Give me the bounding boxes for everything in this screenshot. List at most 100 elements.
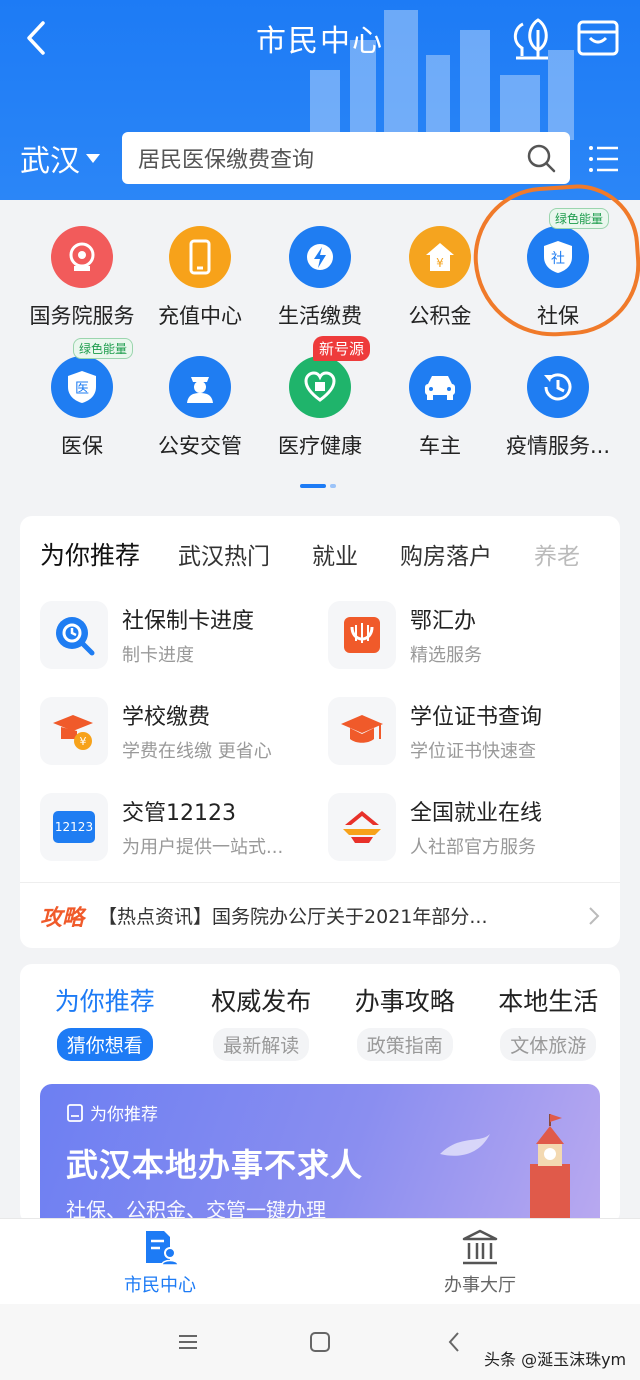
item-title: 学位证书查询 — [410, 705, 543, 730]
state-council-icon — [51, 226, 113, 288]
rec-item-school-fee[interactable]: ¥ 学校缴费 学费在线缴 更省心 — [40, 696, 320, 766]
back-button[interactable] — [16, 14, 56, 62]
ehuiban-icon — [328, 601, 396, 669]
triangle-back-icon — [448, 1332, 459, 1352]
search-icon — [527, 144, 556, 173]
news-row[interactable]: 攻略 【热点资讯】国务院办公厅关于2021年部分... — [20, 882, 620, 948]
item-title: 全国就业在线 — [410, 801, 543, 826]
tree-icon — [513, 18, 548, 60]
chevron-left-icon — [27, 21, 45, 55]
list-menu-icon — [589, 146, 618, 172]
feed-tab-local-life[interactable]: 本地生活 文体旅游 — [476, 982, 620, 1061]
rec-item-traffic-12123[interactable]: 12123 交管12123 为用户提供一站式... — [40, 792, 320, 862]
service-utility[interactable]: 生活缴费 — [260, 226, 380, 346]
feed-tab-sub: 文体旅游 — [500, 1028, 597, 1061]
item-desc: 人社部官方服务 — [410, 837, 536, 858]
green-energy-button[interactable] — [508, 16, 556, 60]
rec-item-employment[interactable]: 全国就业在线 人社部官方服务 — [328, 792, 608, 862]
rec-item-degree[interactable]: 学位证书查询 学位证书快速查 — [328, 696, 608, 766]
feed-tab-title: 办事攻略 — [354, 987, 455, 1016]
news-text: 【热点资讯】国务院办公厅关于2021年部分... — [98, 906, 488, 928]
feed-tab-sub: 政策指南 — [356, 1028, 453, 1061]
epidemic-clock-icon — [527, 356, 589, 418]
medical-insurance-icon: 绿色能量 医 — [51, 338, 134, 418]
service-label: 疫情服务... — [505, 434, 611, 458]
city-name: 武汉 — [20, 144, 80, 179]
tab-label: 市民中心 — [124, 1275, 196, 1296]
utility-payment-icon — [289, 226, 351, 288]
tab-for-you[interactable]: 为你推荐 — [40, 536, 140, 572]
search-placeholder: 居民医保缴费查询 — [138, 148, 315, 173]
svg-text:医: 医 — [75, 381, 89, 397]
item-desc: 学费在线缴 更省心 — [122, 741, 272, 762]
tab-house-settle[interactable]: 购房落户 — [400, 537, 492, 571]
promo-banner[interactable]: 为你推荐 武汉本地办事不求人 社保、公积金、交管一键办理 — [40, 1084, 600, 1224]
feed-tab-guide[interactable]: 办事攻略 政策指南 — [333, 982, 477, 1061]
service-hall-icon — [462, 1229, 498, 1265]
page-indicator — [300, 484, 336, 488]
tab-pension[interactable]: 养老 — [534, 537, 580, 571]
feed-tabs: 为你推荐 猜你想看 权威发布 最新解读 办事攻略 政策指南 本地生活 文体旅游 — [20, 982, 620, 1061]
service-label: 公积金 — [408, 304, 472, 328]
feed-card: 为你推荐 猜你想看 权威发布 最新解读 办事攻略 政策指南 本地生活 文体旅游 … — [20, 964, 620, 1224]
employment-icon — [328, 793, 396, 861]
tab-citizen-center[interactable]: 市民中心 — [60, 1229, 260, 1297]
service-label: 医疗健康 — [278, 434, 362, 458]
service-car-owner[interactable]: 车主 — [380, 356, 500, 476]
city-selector[interactable]: 武汉 — [20, 136, 100, 180]
recommend-tabs: 为你推荐 武汉热门 就业 购房落户 养老 — [40, 536, 620, 572]
service-recharge[interactable]: 充值中心 — [140, 226, 260, 346]
feed-tab-for-you[interactable]: 为你推荐 猜你想看 — [20, 982, 189, 1061]
green-energy-badge: 绿色能量 — [73, 338, 134, 359]
menu-lines-icon — [179, 1335, 197, 1349]
service-label: 公安交管 — [158, 434, 242, 458]
service-state-council[interactable]: 国务院服务 — [22, 226, 142, 346]
caret-down-icon — [86, 153, 100, 163]
header-bar: 市民中心 武汉 居民医保缴费查询 — [0, 0, 640, 200]
citizen-center-icon — [146, 1231, 179, 1266]
rec-item-ehuiban[interactable]: 鄂汇办 精选服务 — [328, 600, 608, 670]
service-epidemic[interactable]: 疫情服务... — [498, 356, 618, 476]
tab-wuhan-hot[interactable]: 武汉热门 — [178, 537, 270, 571]
svg-text:¥: ¥ — [80, 735, 87, 748]
feed-tab-sub: 最新解读 — [213, 1028, 310, 1061]
tab-service-hall[interactable]: 办事大厅 — [380, 1229, 580, 1297]
item-desc: 精选服务 — [410, 645, 482, 666]
recommend-card: 为你推荐 武汉热门 就业 购房落户 养老 社保制卡进度 制卡进度 鄂汇办 精选服… — [20, 516, 620, 948]
item-title: 交管12123 — [122, 801, 236, 826]
card-wallet-button[interactable] — [576, 18, 620, 58]
traffic-12123-icon: 12123 — [40, 793, 108, 861]
menu-button[interactable] — [588, 144, 620, 174]
chevron-right-icon — [589, 906, 600, 925]
system-back-button[interactable] — [434, 1328, 474, 1356]
rec-item-card-progress[interactable]: 社保制卡进度 制卡进度 — [40, 600, 320, 670]
service-police[interactable]: 公安交管 — [140, 356, 260, 476]
service-label: 生活缴费 — [278, 304, 362, 328]
item-desc: 学位证书快速查 — [410, 741, 536, 762]
phone-recharge-icon — [169, 226, 231, 288]
recent-apps-button[interactable] — [168, 1328, 208, 1356]
guide-tag: 攻略 — [40, 905, 85, 931]
banner-title: 武汉本地办事不求人 — [66, 1146, 364, 1184]
feed-tab-sub: 猜你想看 — [56, 1028, 153, 1061]
card-icon — [577, 20, 619, 56]
item-desc: 制卡进度 — [122, 645, 194, 666]
feed-tab-title: 为你推荐 — [54, 987, 155, 1016]
police-icon — [169, 356, 231, 418]
health-icon: 新号源 — [289, 336, 371, 418]
item-title: 学校缴费 — [122, 705, 211, 730]
service-label: 车主 — [419, 434, 461, 458]
car-icon — [409, 356, 471, 418]
watermark: 头条 @涎玉沫珠ym — [484, 1350, 627, 1369]
search-input[interactable]: 居民医保缴费查询 — [122, 132, 570, 184]
home-button[interactable] — [300, 1328, 340, 1356]
feed-tab-official[interactable]: 权威发布 最新解读 — [189, 982, 333, 1061]
service-medical-insurance[interactable]: 绿色能量 医 医保 — [22, 338, 142, 476]
service-health[interactable]: 新号源 医疗健康 — [260, 336, 380, 476]
item-title: 鄂汇办 — [410, 609, 477, 634]
svg-text:12123: 12123 — [55, 820, 93, 834]
svg-text:¥: ¥ — [436, 256, 444, 270]
housing-fund-icon: ¥ — [409, 226, 471, 288]
tab-employment[interactable]: 就业 — [312, 537, 358, 571]
service-label: 医保 — [61, 434, 103, 458]
